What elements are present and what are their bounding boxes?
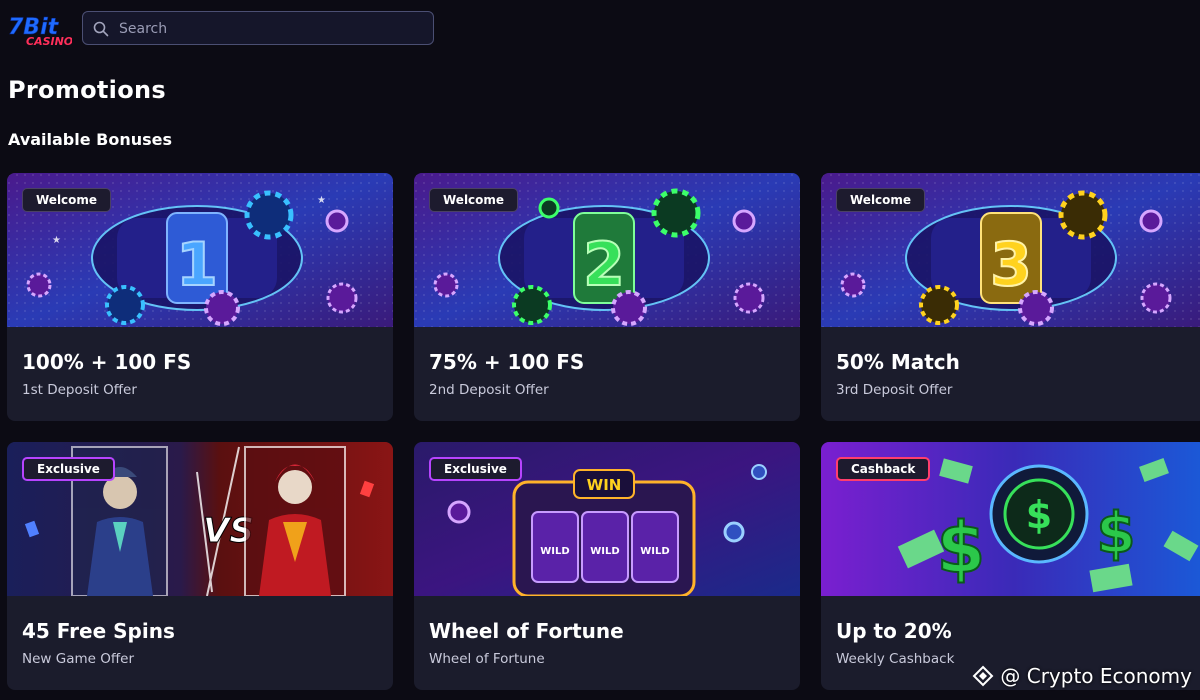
- search-input[interactable]: [117, 12, 421, 46]
- wild-text: WILD: [540, 546, 569, 557]
- bonus-card-4[interactable]: VS Exclusive 45 Free Spins New Game Offe…: [7, 442, 393, 690]
- card-subtitle: Weekly Cashback: [836, 651, 955, 667]
- page-title: Promotions: [8, 76, 166, 104]
- badge-cashback: Cashback: [836, 457, 931, 481]
- card-title: Wheel of Fortune: [429, 619, 624, 643]
- diamond-logo-icon: [972, 665, 994, 687]
- badge-welcome: Welcome: [22, 188, 112, 212]
- bonus-card-3[interactable]: 3 Welcome 50% Match 3rd Deposit Offer: [821, 173, 1200, 421]
- casino-logo[interactable]: 7Bit CASINO: [8, 12, 73, 48]
- dollar-text: $: [937, 507, 986, 589]
- svg-text:★: ★: [317, 195, 326, 206]
- card-subtitle: 3rd Deposit Offer: [836, 382, 953, 398]
- card-title: 75% + 100 FS: [429, 350, 585, 374]
- reel-digit-2: 2: [583, 230, 625, 300]
- wild-text: WILD: [590, 546, 619, 557]
- wild-text: WILD: [640, 546, 669, 557]
- badge-welcome: Welcome: [836, 188, 926, 212]
- reel-digit-3: 3: [990, 230, 1032, 300]
- card-title: Up to 20%: [836, 619, 952, 643]
- badge-exclusive: Exclusive: [22, 457, 115, 481]
- bonus-card-1[interactable]: 1 ★ ★ Welcome 100% + 100 FS 1st Deposit …: [7, 173, 393, 421]
- top-bar: 7Bit CASINO: [0, 0, 1200, 62]
- bonus-card-6[interactable]: $ $ $ Cashback Up to 20% Weekly Cashback: [821, 442, 1200, 690]
- card-title: 45 Free Spins: [22, 619, 175, 643]
- dollar-text: $: [1097, 501, 1136, 566]
- card-subtitle: 2nd Deposit Offer: [429, 382, 549, 398]
- card-subtitle: New Game Offer: [22, 651, 135, 667]
- bonus-card-2[interactable]: 2 Welcome 75% + 100 FS 2nd Deposit Offer: [414, 173, 800, 421]
- search-box[interactable]: [82, 11, 434, 46]
- reel-digit-1: 1: [176, 230, 218, 300]
- win-text: WIN: [587, 476, 622, 494]
- card-subtitle: Wheel of Fortune: [429, 651, 545, 667]
- watermark-text: @ Crypto Economy: [1000, 664, 1192, 688]
- svg-text:CASINO: CASINO: [26, 35, 72, 48]
- svg-text:★: ★: [52, 235, 61, 246]
- section-title: Available Bonuses: [8, 130, 173, 149]
- watermark: @ Crypto Economy: [972, 664, 1192, 688]
- bonus-card-5[interactable]: WIN WILD WILD WILD Exclusive Wheel of Fo…: [414, 442, 800, 690]
- card-subtitle: 1st Deposit Offer: [22, 382, 137, 398]
- search-icon: [93, 21, 109, 37]
- card-title: 100% + 100 FS: [22, 350, 192, 374]
- badge-welcome: Welcome: [429, 188, 519, 212]
- badge-exclusive: Exclusive: [429, 457, 522, 481]
- dollar-text: $: [1026, 493, 1052, 537]
- card-title: 50% Match: [836, 350, 960, 374]
